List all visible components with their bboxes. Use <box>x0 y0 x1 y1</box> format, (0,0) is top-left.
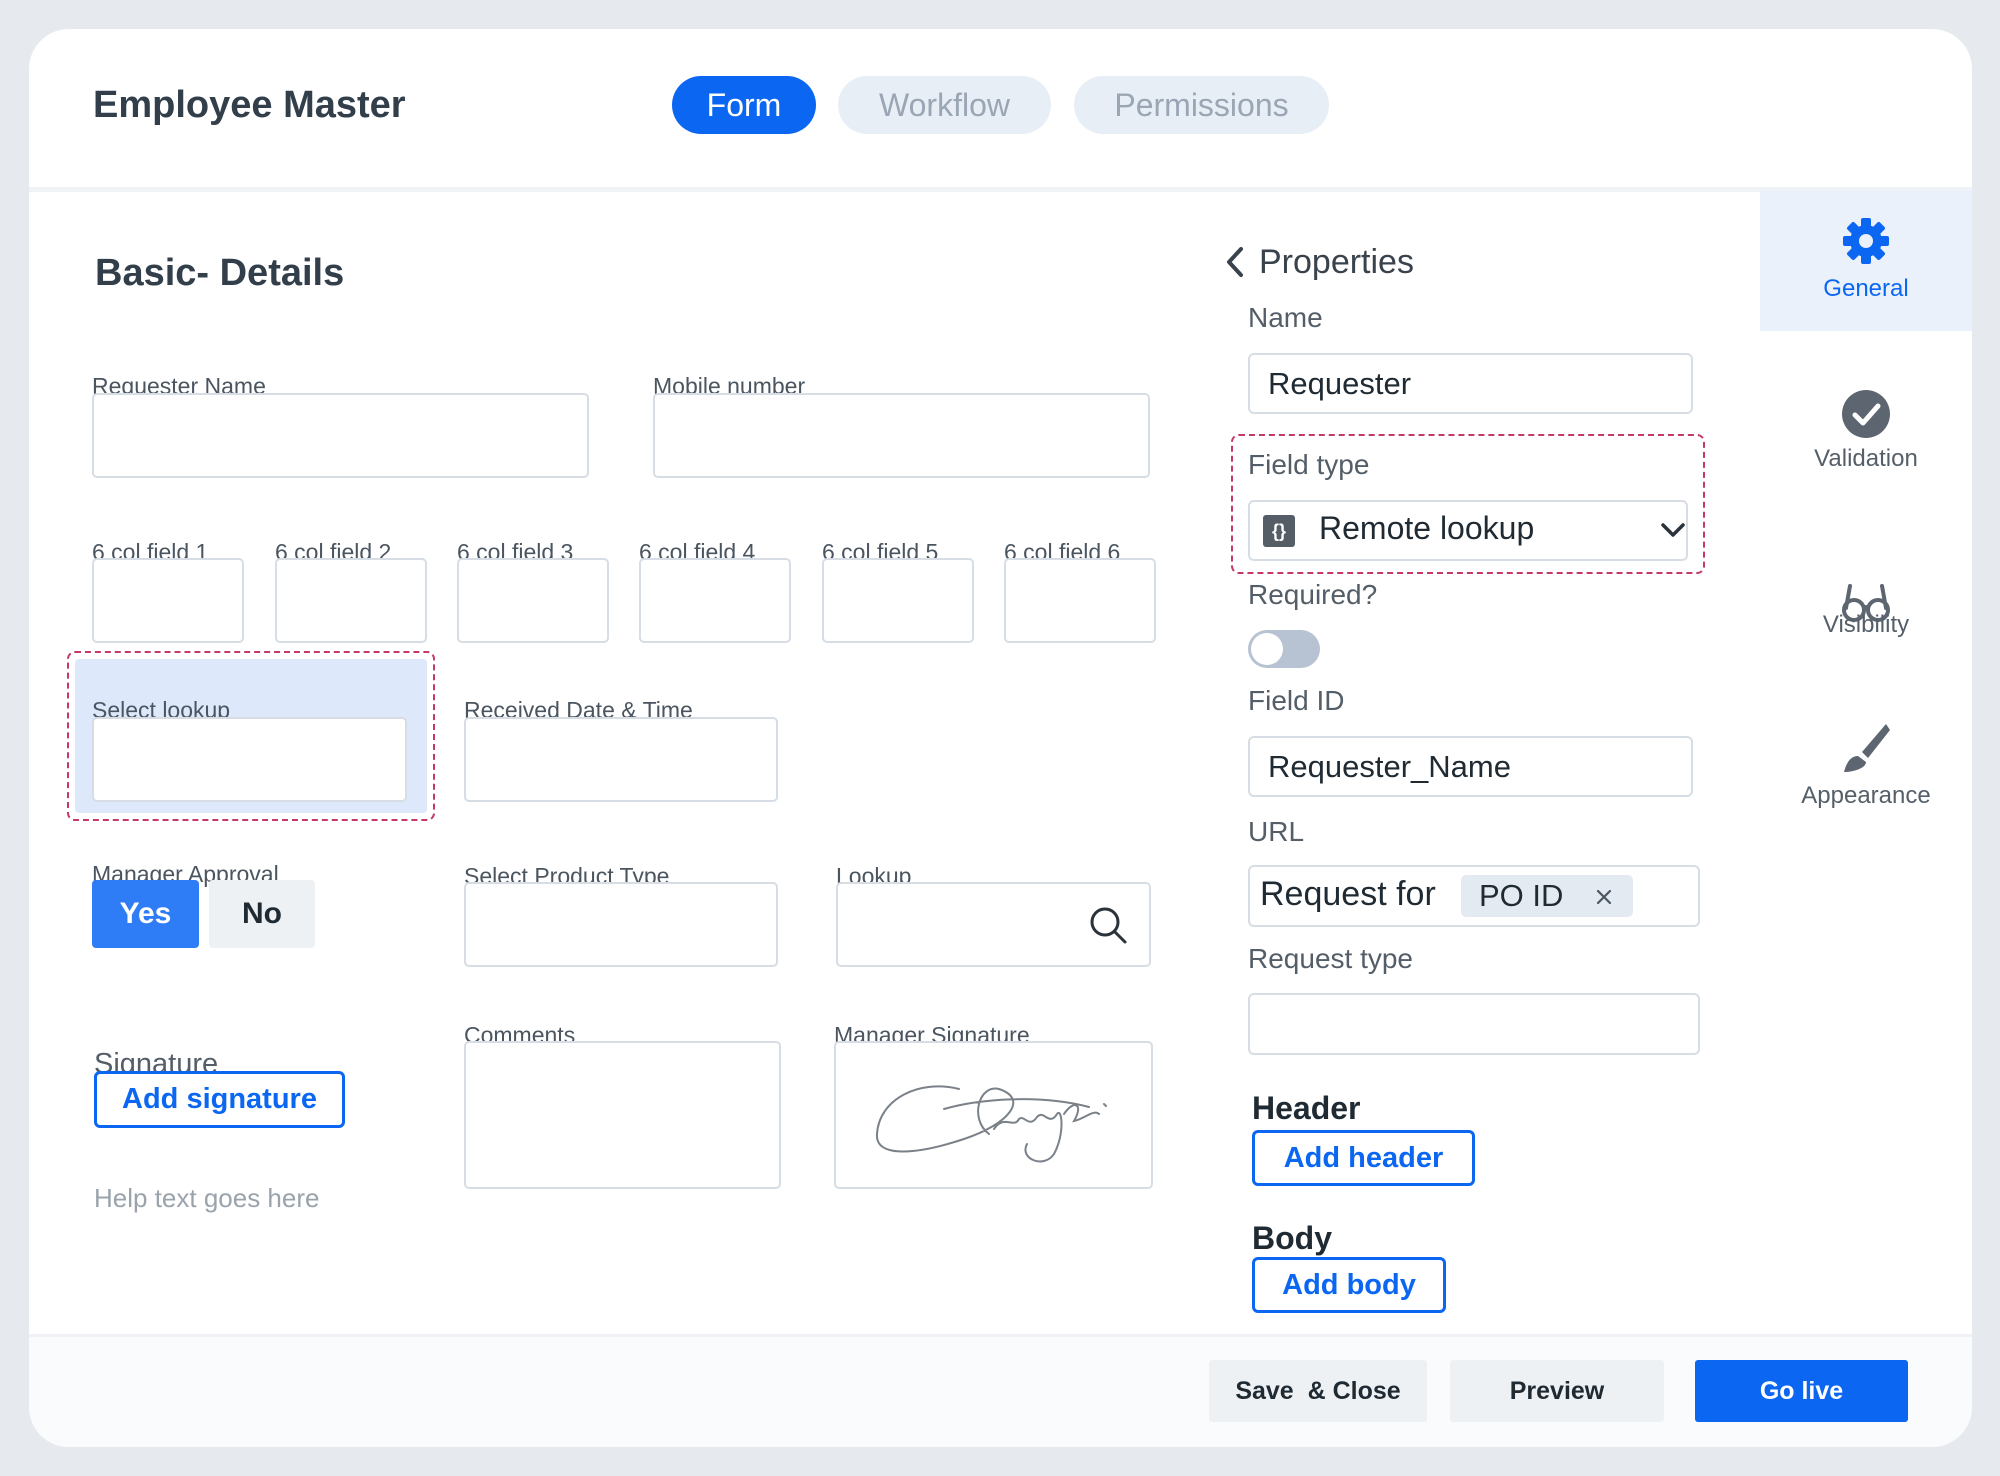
check-circle-icon[interactable] <box>1840 388 1892 440</box>
save-close-button[interactable]: Save & Close <box>1209 1360 1427 1422</box>
tab-workflow[interactable]: Workflow <box>838 76 1051 134</box>
search-icon[interactable] <box>1087 904 1129 946</box>
url-text: Request for <box>1260 875 1436 913</box>
rail-label-appearance: Appearance <box>1801 782 1931 809</box>
request-type-input[interactable] <box>1248 993 1700 1055</box>
app-window: Employee Master Form Workflow Permission… <box>29 29 1972 1447</box>
approval-yes-button[interactable]: Yes <box>92 880 199 948</box>
help-text: Help text goes here <box>94 1183 320 1213</box>
col-field-3-input[interactable] <box>457 558 609 643</box>
toggle-knob <box>1251 633 1283 665</box>
request-type-label: Request type <box>1248 943 1413 974</box>
chevron-down-icon[interactable] <box>1659 519 1687 541</box>
url-chip-label: PO ID <box>1479 878 1564 913</box>
col-field-6-input[interactable] <box>1004 558 1156 643</box>
add-header-button[interactable]: Add header <box>1252 1130 1475 1186</box>
go-live-button[interactable]: Go live <box>1695 1360 1908 1422</box>
field-id-input[interactable]: Requester_Name <box>1248 736 1693 797</box>
app-title: Employee Master <box>93 84 406 126</box>
url-label: URL <box>1248 816 1305 847</box>
col-field-1-input[interactable] <box>92 558 244 643</box>
tab-form[interactable]: Form <box>672 76 816 134</box>
select-product-type-input[interactable] <box>464 882 778 967</box>
required-label: Required? <box>1248 579 1378 610</box>
rail-label-visibility: Visibility <box>1822 611 1910 638</box>
tab-permissions[interactable]: Permissions <box>1074 76 1329 134</box>
rail-label-validation: Validation <box>1814 445 1918 472</box>
code-braces-icon: {} <box>1263 515 1295 547</box>
footer-bar <box>29 1334 1972 1447</box>
field-id-label: Field ID <box>1248 685 1345 716</box>
chevron-left-icon[interactable] <box>1224 245 1246 279</box>
preview-button[interactable]: Preview <box>1450 1360 1664 1422</box>
header-section-label: Header <box>1252 1090 1361 1126</box>
name-label: Name <box>1248 302 1323 333</box>
select-lookup-input[interactable] <box>92 717 407 802</box>
col-field-2-input[interactable] <box>275 558 427 643</box>
body-section-label: Body <box>1252 1220 1332 1256</box>
required-toggle[interactable] <box>1248 630 1320 668</box>
properties-title: Properties <box>1259 243 1414 281</box>
approval-no-button[interactable]: No <box>209 880 315 948</box>
rail-label-general: General <box>1823 275 1909 302</box>
close-icon[interactable] <box>1595 888 1613 906</box>
field-type-value: Remote lookup <box>1319 510 1535 546</box>
comments-textarea[interactable] <box>464 1041 781 1189</box>
header-divider <box>29 187 1972 192</box>
mobile-number-input[interactable] <box>653 393 1150 478</box>
received-datetime-input[interactable] <box>464 717 778 802</box>
col-field-5-input[interactable] <box>822 558 974 643</box>
requester-name-input[interactable] <box>92 393 589 478</box>
col-field-4-input[interactable] <box>639 558 791 643</box>
signature-image <box>875 1085 1107 1163</box>
name-input[interactable]: Requester <box>1248 353 1693 414</box>
gear-icon <box>1843 218 1889 264</box>
brush-icon[interactable] <box>1840 720 1892 776</box>
section-title: Basic- Details <box>95 252 345 294</box>
add-body-button[interactable]: Add body <box>1252 1257 1446 1313</box>
add-signature-button[interactable]: Add signature <box>94 1071 345 1128</box>
field-type-label: Field type <box>1248 449 1370 480</box>
